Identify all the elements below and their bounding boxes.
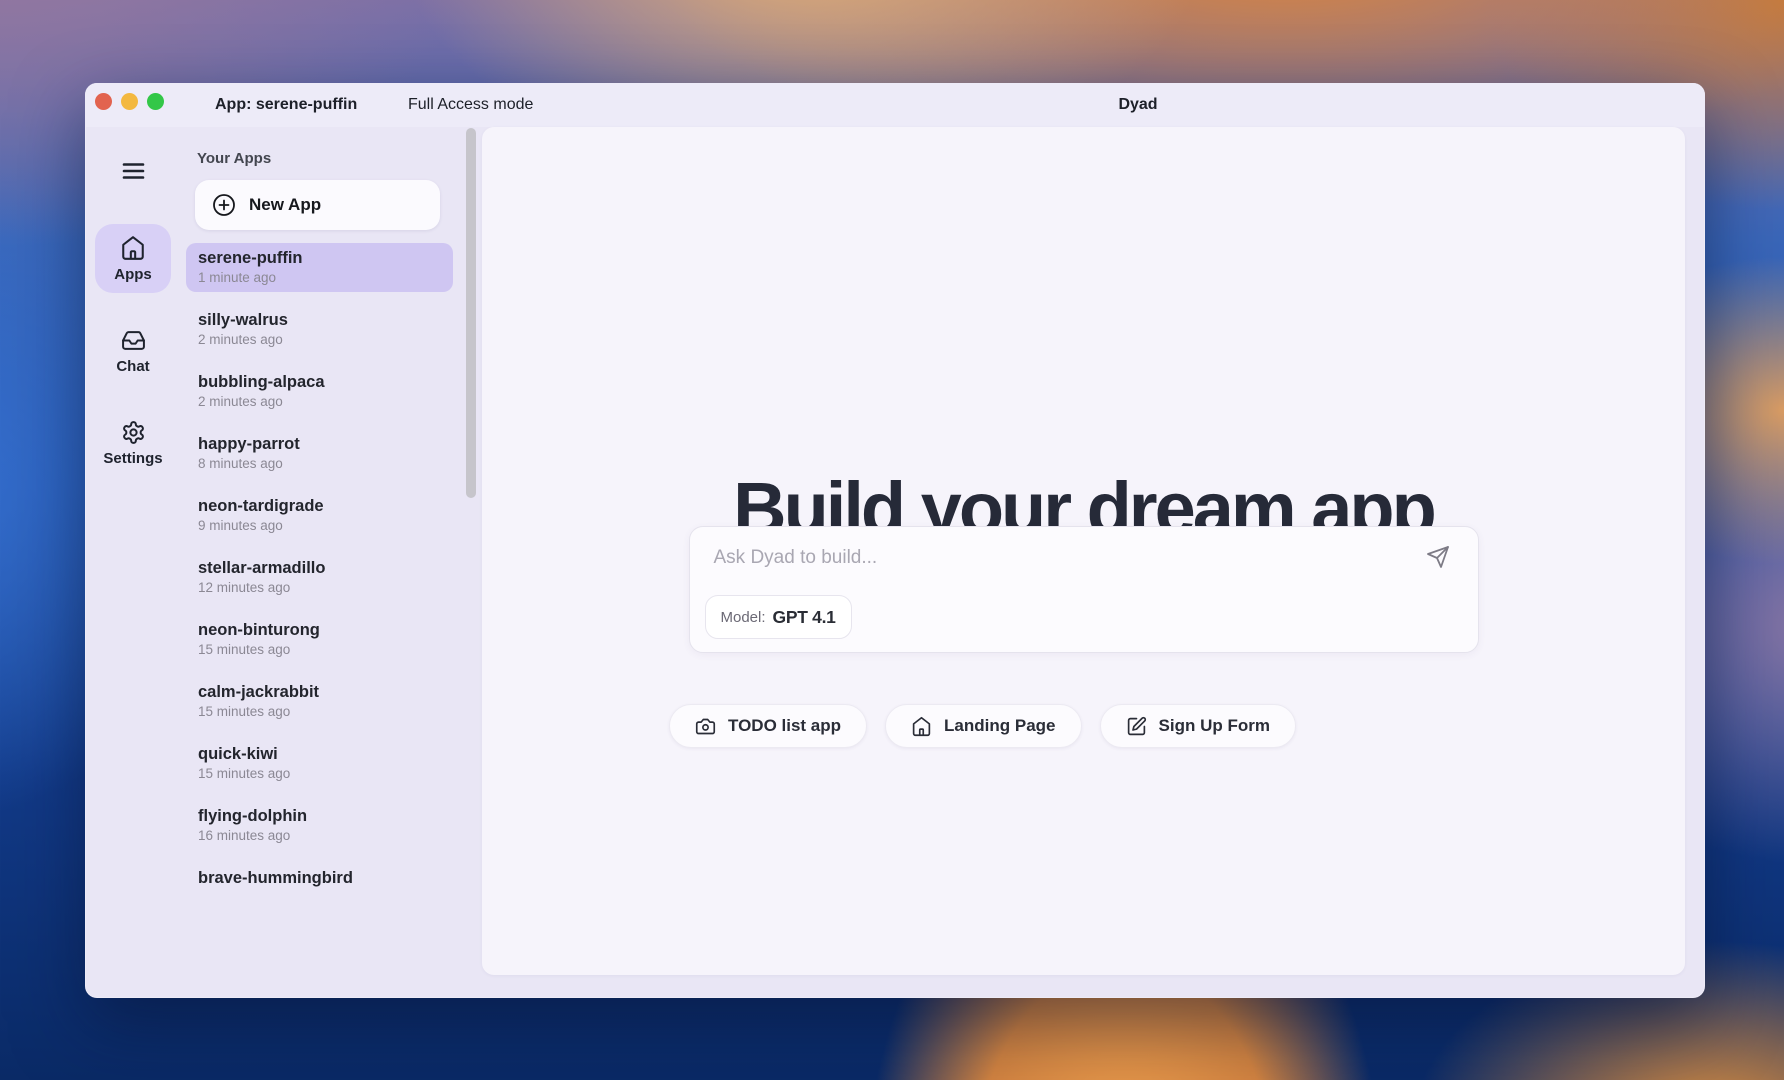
camera-icon [695, 716, 716, 737]
edit-icon [1126, 716, 1147, 737]
suggestion-sign-up-form[interactable]: Sign Up Form [1100, 704, 1296, 748]
app-time: 8 minutes ago [198, 455, 441, 473]
app-time: 2 minutes ago [198, 331, 441, 349]
rail-item-label: Apps [114, 266, 152, 283]
gear-icon [121, 420, 146, 445]
titlebar-mode-label: Full Access mode [408, 83, 533, 127]
rail-item-chat[interactable]: Chat [95, 317, 171, 385]
app-list-item[interactable]: bubbling-alpaca 2 minutes ago [186, 367, 453, 416]
send-button[interactable] [1424, 543, 1452, 571]
app-name: calm-jackrabbit [198, 682, 441, 703]
app-list-item[interactable]: happy-parrot 8 minutes ago [186, 429, 453, 478]
app-time: 15 minutes ago [198, 703, 441, 721]
prompt-card: Ask Dyad to build... Model: GPT 4.1 [689, 526, 1479, 653]
app-name: quick-kiwi [198, 744, 441, 765]
suggestion-label: Landing Page [944, 716, 1055, 736]
rail-item-settings[interactable]: Settings [95, 409, 171, 477]
app-time: 9 minutes ago [198, 517, 441, 535]
rail-item-label: Chat [116, 358, 149, 375]
suggestion-todo-list-app[interactable]: TODO list app [669, 704, 867, 748]
hamburger-icon [122, 162, 145, 180]
app-name: neon-tardigrade [198, 496, 441, 517]
app-name: brave-hummingbird [198, 868, 441, 889]
zoom-window-button[interactable] [147, 93, 164, 110]
app-name: silly-walrus [198, 310, 441, 331]
app-name: flying-dolphin [198, 806, 441, 827]
inbox-icon [121, 328, 146, 353]
model-label: Model: [721, 609, 766, 626]
suggestion-landing-page[interactable]: Landing Page [885, 704, 1081, 748]
app-name: happy-parrot [198, 434, 441, 455]
app-list: serene-puffin 1 minute ago silly-walrus … [186, 243, 453, 894]
nav-rail: Apps Chat [85, 127, 181, 998]
titlebar-app-label: App: serene-puffin [215, 83, 357, 127]
app-list-item[interactable]: neon-binturong 15 minutes ago [186, 615, 453, 664]
app-list-item[interactable]: stellar-armadillo 12 minutes ago [186, 553, 453, 602]
app-name: stellar-armadillo [198, 558, 441, 579]
new-app-label: New App [249, 195, 321, 215]
app-time: 15 minutes ago [198, 641, 441, 659]
app-time: 12 minutes ago [198, 579, 441, 597]
minimize-window-button[interactable] [121, 93, 138, 110]
rail-item-label: Settings [103, 450, 162, 467]
app-time: 16 minutes ago [198, 827, 441, 845]
app-list-item[interactable]: brave-hummingbird [186, 863, 453, 894]
model-value: GPT 4.1 [773, 607, 836, 628]
close-window-button[interactable] [95, 93, 112, 110]
apps-sidebar: Your Apps New App serene-puffin 1 minute… [181, 127, 482, 998]
prompt-input[interactable]: Ask Dyad to build... [714, 547, 878, 569]
app-list-item[interactable]: calm-jackrabbit 15 minutes ago [186, 677, 453, 726]
suggestion-row: TODO list app Landing Page [669, 704, 1296, 748]
desktop-wallpaper: App: serene-puffin Full Access mode Dyad [0, 0, 1784, 1080]
app-name: serene-puffin [198, 248, 441, 269]
app-list-item[interactable]: quick-kiwi 15 minutes ago [186, 739, 453, 788]
app-time: 1 minute ago [198, 269, 441, 287]
app-list-item[interactable]: serene-puffin 1 minute ago [186, 243, 453, 292]
app-list-item[interactable]: flying-dolphin 16 minutes ago [186, 801, 453, 850]
home-icon [120, 235, 146, 261]
app-time: 15 minutes ago [198, 765, 441, 783]
app-list-item[interactable]: silly-walrus 2 minutes ago [186, 305, 453, 354]
menu-button[interactable] [120, 160, 147, 182]
dyad-window: App: serene-puffin Full Access mode Dyad [85, 83, 1705, 998]
model-picker-button[interactable]: Model: GPT 4.1 [705, 595, 852, 639]
app-time: 2 minutes ago [198, 393, 441, 411]
send-icon [1426, 545, 1450, 569]
rail-item-apps[interactable]: Apps [95, 224, 171, 293]
plus-circle-icon [212, 193, 236, 217]
app-list-item[interactable]: neon-tardigrade 9 minutes ago [186, 491, 453, 540]
home-icon [911, 716, 932, 737]
suggestion-label: Sign Up Form [1159, 716, 1270, 736]
app-name: bubbling-alpaca [198, 372, 441, 393]
main-panel: Build your dream app Ask Dyad to build..… [482, 127, 1685, 975]
titlebar: App: serene-puffin Full Access mode Dyad [85, 83, 1705, 127]
app-name: neon-binturong [198, 620, 441, 641]
traffic-lights [95, 93, 164, 110]
suggestion-label: TODO list app [728, 716, 841, 736]
window-title: Dyad [1118, 83, 1157, 127]
new-app-button[interactable]: New App [195, 180, 440, 230]
sidebar-section-title: Your Apps [186, 150, 453, 168]
sidebar-scrollbar[interactable] [466, 128, 476, 498]
